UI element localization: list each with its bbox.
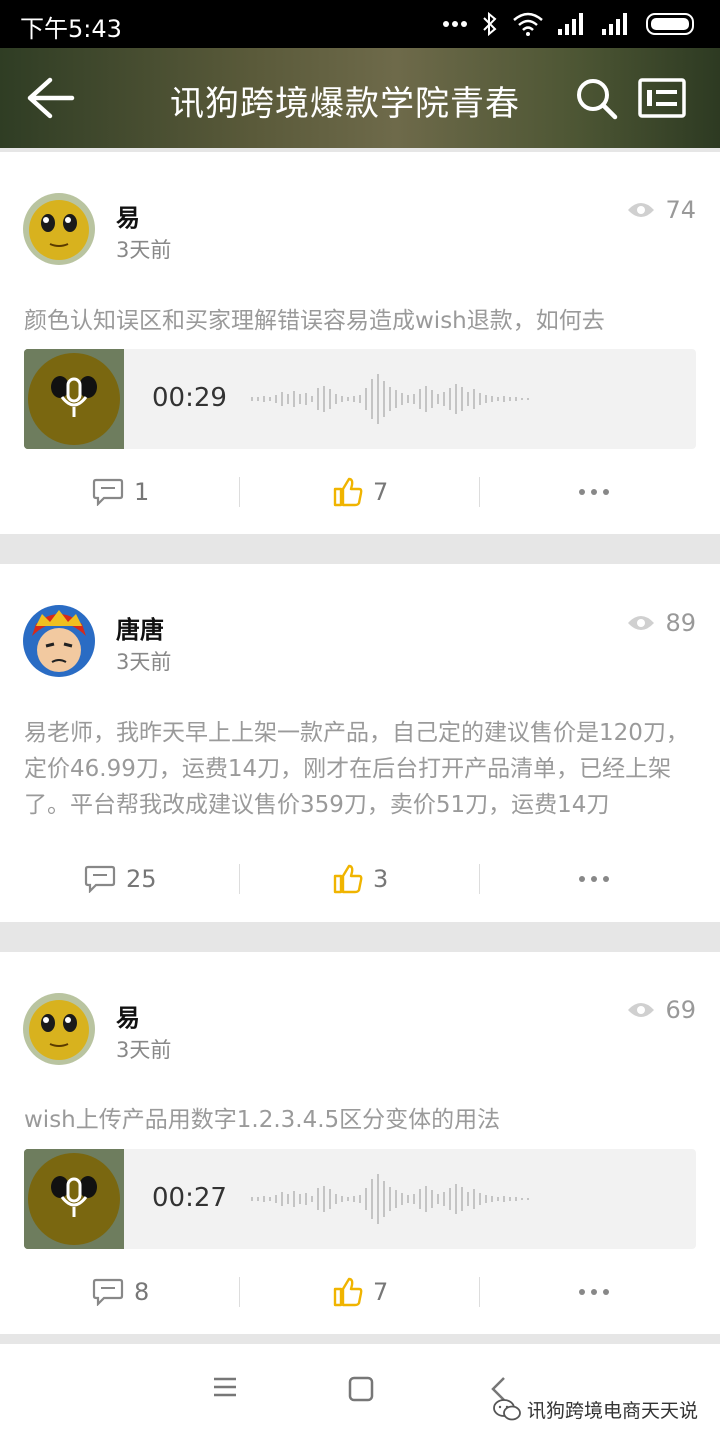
more-dots-icon bbox=[443, 21, 467, 27]
post-card[interactable]: 唐唐 3天前 89 易老师，我昨天早上上架一款产品，自己定的建议售价是120刀，… bbox=[0, 564, 720, 922]
like-button[interactable]: 3 bbox=[333, 849, 388, 909]
user-name[interactable]: 易 bbox=[116, 998, 140, 1033]
eye-icon bbox=[628, 203, 655, 217]
avatar[interactable] bbox=[22, 604, 96, 678]
more-dots-icon bbox=[579, 489, 609, 495]
waveform-icon bbox=[251, 1174, 529, 1224]
post-time: 3天前 bbox=[116, 1038, 172, 1062]
divider bbox=[239, 864, 240, 894]
thumbs-up-icon bbox=[333, 864, 363, 894]
audio-player[interactable]: 00:29 bbox=[24, 349, 696, 449]
watermark-text: 讯狗跨境电商天天说 bbox=[526, 1400, 698, 1422]
search-icon[interactable] bbox=[574, 76, 618, 120]
post-time: 3天前 bbox=[116, 238, 172, 262]
status-time: 下午5:43 bbox=[20, 15, 122, 43]
bluetooth-icon bbox=[483, 12, 497, 36]
more-button[interactable] bbox=[578, 1262, 610, 1322]
divider bbox=[479, 477, 480, 507]
battery-icon bbox=[646, 13, 694, 35]
divider bbox=[479, 864, 480, 894]
view-count: 74 bbox=[627, 196, 696, 224]
comment-button[interactable]: 25 bbox=[84, 849, 157, 909]
profile-card-icon[interactable] bbox=[638, 78, 686, 118]
home-icon[interactable] bbox=[348, 1376, 374, 1402]
thumbs-up-icon bbox=[333, 477, 363, 507]
divider bbox=[479, 1277, 480, 1307]
audio-thumbnail bbox=[24, 1149, 124, 1249]
comment-icon bbox=[92, 478, 124, 506]
divider bbox=[239, 1277, 240, 1307]
menu-icon[interactable] bbox=[212, 1376, 238, 1398]
view-count-value: 69 bbox=[665, 996, 696, 1024]
comment-icon bbox=[92, 1278, 124, 1306]
post-time: 3天前 bbox=[116, 650, 172, 674]
mic-icon bbox=[24, 349, 124, 449]
thumbs-up-icon bbox=[333, 1277, 363, 1307]
audio-player[interactable]: 00:27 bbox=[24, 1149, 696, 1249]
page-title: 讯狗跨境爆款学院青春 bbox=[170, 84, 520, 124]
more-button[interactable] bbox=[578, 462, 610, 522]
like-button[interactable]: 7 bbox=[333, 1262, 388, 1322]
divider bbox=[239, 477, 240, 507]
more-dots-icon bbox=[579, 876, 609, 882]
like-button[interactable]: 7 bbox=[333, 462, 388, 522]
action-bar: 1 7 bbox=[0, 462, 720, 522]
comment-button[interactable]: 8 bbox=[92, 1262, 149, 1322]
emoji-avatar-icon bbox=[23, 993, 95, 1065]
emoji-avatar-icon bbox=[23, 193, 95, 265]
cartoon-avatar-icon bbox=[23, 605, 95, 677]
system-nav-bar: 讯狗跨境电商天天说 bbox=[0, 1344, 720, 1440]
post-text[interactable]: wish上传产品用数字1.2.3.4.5区分变体的用法 bbox=[24, 1102, 696, 1138]
more-dots-icon bbox=[579, 1289, 609, 1295]
view-count-value: 89 bbox=[665, 609, 696, 637]
user-name[interactable]: 易 bbox=[116, 198, 140, 233]
audio-duration: 00:29 bbox=[152, 383, 227, 413]
view-count: 69 bbox=[627, 996, 696, 1024]
back-arrow-icon[interactable] bbox=[26, 74, 76, 122]
comment-count: 8 bbox=[134, 1278, 150, 1306]
more-button[interactable] bbox=[578, 849, 610, 909]
view-count: 89 bbox=[627, 609, 696, 637]
post-card[interactable]: 易 3天前 74 颜色认知误区和买家理解错误容易造成wish退款，如何去 00:… bbox=[0, 152, 720, 534]
like-count: 7 bbox=[373, 1278, 389, 1306]
mic-icon bbox=[24, 1149, 124, 1249]
signal-icon bbox=[558, 13, 583, 35]
audio-duration: 00:27 bbox=[152, 1183, 227, 1213]
eye-icon bbox=[628, 1003, 655, 1017]
comment-icon bbox=[84, 865, 116, 893]
comment-count: 1 bbox=[134, 478, 150, 506]
post-text[interactable]: 易老师，我昨天早上上架一款产品，自己定的建议售价是120刀，定价46.99刀，运… bbox=[24, 715, 696, 823]
like-count: 3 bbox=[373, 865, 389, 893]
view-count-value: 74 bbox=[665, 196, 696, 224]
comment-count: 25 bbox=[126, 865, 157, 893]
user-name[interactable]: 唐唐 bbox=[116, 610, 164, 645]
avatar[interactable] bbox=[22, 992, 96, 1066]
comment-button[interactable]: 1 bbox=[92, 462, 149, 522]
waveform-icon bbox=[251, 374, 529, 424]
wechat-icon bbox=[493, 1398, 521, 1420]
action-bar: 8 7 bbox=[0, 1262, 720, 1322]
action-bar: 25 3 bbox=[0, 849, 720, 909]
post-card[interactable]: 易 3天前 69 wish上传产品用数字1.2.3.4.5区分变体的用法 00:… bbox=[0, 952, 720, 1334]
signal-icon-2 bbox=[602, 13, 627, 35]
avatar[interactable] bbox=[22, 192, 96, 266]
post-text[interactable]: 颜色认知误区和买家理解错误容易造成wish退款，如何去 bbox=[24, 303, 696, 339]
status-bar: 下午5:43 bbox=[0, 0, 720, 48]
header-bar: 讯狗跨境爆款学院青春 bbox=[0, 48, 720, 148]
like-count: 7 bbox=[373, 478, 389, 506]
eye-icon bbox=[628, 616, 655, 630]
audio-thumbnail bbox=[24, 349, 124, 449]
wifi-icon bbox=[513, 12, 543, 36]
watermark: 讯狗跨境电商天天说 bbox=[493, 1396, 698, 1423]
status-icons bbox=[442, 12, 698, 36]
